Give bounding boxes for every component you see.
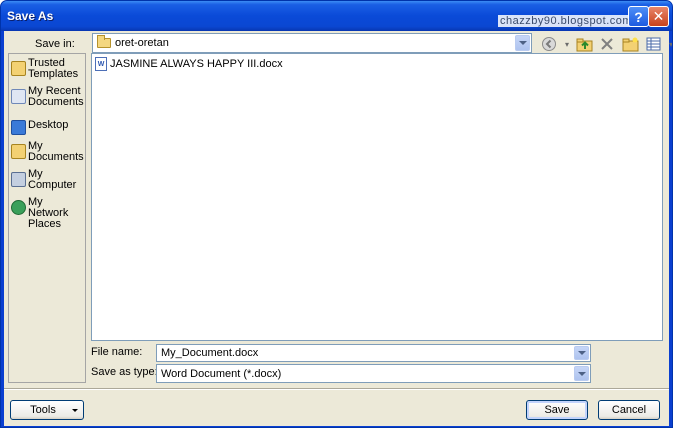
place-label: Trusted Templates bbox=[28, 57, 79, 80]
place-my-documents[interactable]: My Documents bbox=[11, 141, 85, 163]
cancel-button-label: Cancel bbox=[611, 404, 647, 416]
views-icon[interactable] bbox=[644, 35, 662, 53]
save-in-dropdown[interactable]: oret-oretan bbox=[92, 33, 532, 53]
place-desktop[interactable]: Desktop bbox=[11, 117, 85, 135]
save-as-dialog: Save As chazzby90.blogspot.com ? ✕ Save … bbox=[0, 0, 673, 428]
my-documents-icon bbox=[11, 144, 26, 159]
save-in-value: oret-oretan bbox=[115, 37, 169, 49]
divider bbox=[4, 388, 669, 390]
file-name-text: JASMINE ALWAYS HAPPY III.docx bbox=[110, 58, 283, 70]
dialog-title: Save As bbox=[7, 9, 54, 23]
file-name-value[interactable]: My_Document.docx bbox=[157, 347, 258, 359]
new-folder-icon[interactable] bbox=[621, 35, 639, 53]
help-button[interactable]: ? bbox=[628, 6, 649, 27]
save-button-label: Save bbox=[544, 404, 570, 416]
places-bar: Trusted Templates My Recent Documents De… bbox=[8, 53, 86, 383]
place-my-computer[interactable]: My Computer bbox=[11, 169, 85, 191]
delete-icon[interactable] bbox=[598, 35, 616, 53]
tools-button-label: Tools bbox=[30, 404, 56, 416]
tools-button[interactable]: Tools bbox=[10, 400, 84, 420]
save-in-label: Save in: bbox=[35, 38, 75, 50]
place-my-recent-documents[interactable]: My Recent Documents bbox=[11, 86, 85, 108]
file-list[interactable]: W JASMINE ALWAYS HAPPY III.docx bbox=[91, 53, 663, 341]
place-my-network-places[interactable]: My Network Places bbox=[11, 197, 85, 230]
word-document-icon: W bbox=[95, 57, 107, 71]
place-label: Desktop bbox=[28, 119, 69, 131]
place-trusted-templates[interactable]: Trusted Templates bbox=[11, 58, 85, 80]
chevron-down-icon[interactable] bbox=[515, 35, 530, 51]
help-icon: ? bbox=[634, 8, 643, 25]
toolbar: ▾ ▾ bbox=[540, 34, 672, 54]
save-as-type-value: Word Document (*.docx) bbox=[161, 367, 282, 380]
file-name-field[interactable]: My_Document.docx bbox=[156, 344, 591, 362]
dialog-body: Save in: oret-oretan ▾ ▾ Trusted Templat… bbox=[4, 31, 672, 426]
place-label: My Network Places bbox=[28, 196, 69, 230]
recent-documents-icon bbox=[11, 89, 26, 104]
save-as-type-label: Save as type: bbox=[91, 366, 158, 378]
list-item[interactable]: W JASMINE ALWAYS HAPPY III.docx bbox=[95, 57, 283, 71]
desktop-icon bbox=[11, 120, 26, 135]
folder-icon bbox=[97, 35, 111, 48]
network-places-icon bbox=[11, 200, 26, 215]
title-bar[interactable]: Save As chazzby90.blogspot.com ? ✕ bbox=[1, 1, 672, 31]
trusted-templates-icon bbox=[11, 61, 26, 76]
back-icon[interactable] bbox=[540, 35, 558, 53]
place-label: My Recent Documents bbox=[28, 85, 84, 108]
save-button[interactable]: Save bbox=[526, 400, 588, 420]
save-as-type-dropdown[interactable]: Word Document (*.docx) bbox=[156, 364, 591, 383]
place-label: My Documents bbox=[28, 140, 84, 163]
place-label: My Computer bbox=[28, 168, 77, 191]
views-dropdown-icon[interactable]: ▾ bbox=[667, 35, 672, 53]
chevron-down-icon[interactable] bbox=[574, 346, 589, 360]
chevron-down-icon[interactable] bbox=[574, 366, 589, 381]
cancel-button[interactable]: Cancel bbox=[598, 400, 660, 420]
file-name-label: File name: bbox=[91, 346, 143, 358]
watermark-text: chazzby90.blogspot.com bbox=[498, 15, 635, 27]
up-folder-icon[interactable] bbox=[575, 35, 593, 53]
dropdown-icon[interactable]: ▾ bbox=[563, 35, 571, 53]
close-button[interactable]: ✕ bbox=[648, 6, 669, 27]
close-icon: ✕ bbox=[652, 8, 665, 24]
my-computer-icon bbox=[11, 172, 26, 187]
